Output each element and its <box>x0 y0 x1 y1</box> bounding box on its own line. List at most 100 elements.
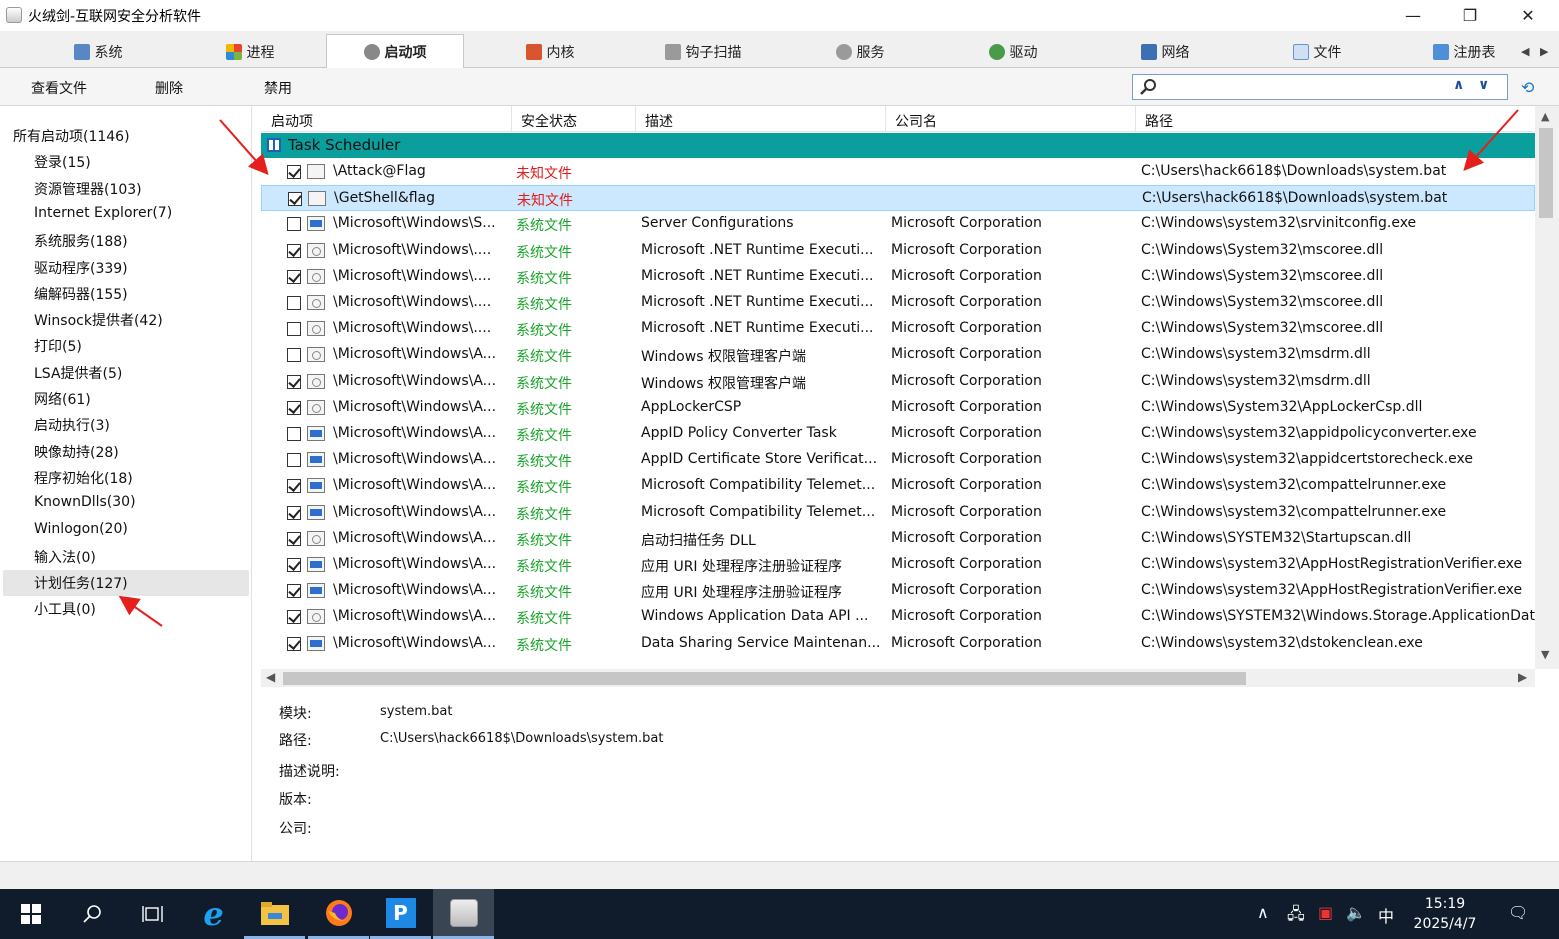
sidebar-item[interactable]: 编解码器(155) <box>34 284 128 308</box>
disable-button[interactable]: 禁用 <box>264 78 292 98</box>
task-view-button[interactable] <box>122 889 183 939</box>
row-checkbox[interactable] <box>287 610 301 625</box>
table-row[interactable]: \Microsoft\Windows\A... 系统文件 Windows 权限管理客… <box>261 369 1535 395</box>
tab-network[interactable]: 网络 <box>1115 35 1215 68</box>
ime-indicator[interactable]: 中 <box>1378 903 1394 927</box>
column-header-security-status[interactable]: 安全状态 <box>521 111 577 131</box>
column-header-description[interactable]: 描述 <box>645 111 673 131</box>
table-row[interactable]: \Microsoft\Windows\A... 系统文件 Windows 权限管理客… <box>261 342 1535 368</box>
tab-service[interactable]: 服务 <box>810 35 910 68</box>
sidebar-item[interactable]: 映像劫持(28) <box>34 442 119 466</box>
search-box[interactable]: ∧ ∨ <box>1132 74 1508 100</box>
scroll-down-icon[interactable]: ▼ <box>1541 648 1549 661</box>
vertical-scroll-thumb[interactable] <box>1539 128 1553 218</box>
table-row[interactable]: \Microsoft\Windows\A... 系统文件 AppLockerCSP M… <box>261 395 1535 421</box>
sidebar-item[interactable]: 输入法(0) <box>34 547 96 571</box>
sidebar-item[interactable]: 资源管理器(103) <box>34 179 142 203</box>
sidebar-item[interactable]: 网络(61) <box>34 389 91 413</box>
table-row[interactable]: \Microsoft\Windows\A... 系统文件 Microsoft Com… <box>261 500 1535 526</box>
tab-hook-scan[interactable]: 钩子扫描 <box>648 35 758 68</box>
table-row[interactable]: \Microsoft\Windows\A... 系统文件 AppID Policy … <box>261 421 1535 447</box>
sidebar-item[interactable]: 计划任务(127) <box>34 573 128 597</box>
group-expand-icon[interactable] <box>267 138 281 152</box>
column-header-startup-item[interactable]: 启动项 <box>271 111 313 131</box>
sidebar-item[interactable]: Internet Explorer(7) <box>34 205 172 229</box>
table-row[interactable]: \Microsoft\Windows\A... 系统文件 Microsoft Com… <box>261 473 1535 499</box>
row-checkbox[interactable] <box>287 479 301 494</box>
sidebar-item[interactable]: 所有启动项(1146) <box>13 126 130 150</box>
start-button[interactable] <box>0 889 61 939</box>
security-tray-icon[interactable]: ▣ <box>1318 903 1333 922</box>
row-checkbox[interactable] <box>287 531 301 546</box>
sidebar-item[interactable]: Winsock提供者(42) <box>34 310 163 334</box>
taskbar-file-explorer[interactable] <box>244 889 305 939</box>
sidebar-item[interactable]: 系统服务(188) <box>34 231 128 255</box>
taskbar-firefox[interactable] <box>308 889 369 939</box>
close-button[interactable]: ✕ <box>1499 0 1557 31</box>
row-checkbox[interactable] <box>287 427 301 441</box>
table-row[interactable]: \GetShell&flag 未知文件 C:\Users\hack6618$\Dow… <box>261 185 1535 212</box>
scroll-up-icon[interactable]: ▲ <box>1541 110 1549 123</box>
search-input[interactable] <box>1163 77 1453 97</box>
notification-center-icon[interactable]: 🗨 <box>1508 903 1528 922</box>
sidebar-item[interactable]: 驱动程序(339) <box>34 258 128 282</box>
show-hidden-icons-icon[interactable]: ∧ <box>1257 903 1269 922</box>
taskbar-huorong-sword[interactable] <box>433 889 494 939</box>
table-row[interactable]: \Microsoft\Windows\S... 系统文件 Server Config… <box>261 211 1535 237</box>
row-checkbox[interactable] <box>287 348 301 363</box>
tab-system[interactable]: 系统 <box>48 35 148 68</box>
search-next-icon[interactable]: ∨ <box>1478 77 1489 93</box>
row-checkbox[interactable] <box>287 505 301 520</box>
sidebar-item[interactable]: 小工具(0) <box>34 599 96 623</box>
table-row[interactable]: \Microsoft\Windows\.... 系统文件 Microsoft .NE… <box>261 316 1535 342</box>
taskbar-p-app[interactable]: P <box>370 889 431 939</box>
sidebar-item[interactable]: 打印(5) <box>34 336 82 360</box>
tab-startup[interactable]: 启动项 <box>326 34 464 69</box>
tab-file[interactable]: 文件 <box>1267 35 1367 68</box>
tab-kernel[interactable]: 内核 <box>500 35 600 68</box>
search-prev-icon[interactable]: ∧ <box>1453 77 1464 93</box>
table-row[interactable]: \Microsoft\Windows\A... 系统文件 Windows Appli… <box>261 604 1535 630</box>
row-checkbox[interactable] <box>287 296 301 310</box>
table-row[interactable]: \Microsoft\Windows\A... 系统文件 应用 URI 处理程序注册… <box>261 578 1535 604</box>
minimize-button[interactable]: — <box>1384 0 1442 31</box>
row-checkbox[interactable] <box>287 165 301 179</box>
sidebar-item[interactable]: 启动执行(3) <box>34 415 110 439</box>
row-checkbox[interactable] <box>287 453 301 468</box>
column-header-path[interactable]: 路径 <box>1145 111 1173 131</box>
table-row[interactable]: \Microsoft\Windows\.... 系统文件 Microsoft .NE… <box>261 290 1535 316</box>
row-checkbox[interactable] <box>287 322 301 337</box>
scroll-left-icon[interactable]: ◀ <box>266 670 275 684</box>
sidebar-item[interactable]: Winlogon(20) <box>34 521 128 545</box>
sidebar-item[interactable]: LSA提供者(5) <box>34 363 122 387</box>
row-checkbox[interactable] <box>287 217 301 232</box>
table-row[interactable]: \Attack@Flag 未知文件 C:\Users\hack6618$\Downl… <box>261 159 1535 185</box>
row-checkbox[interactable] <box>287 584 301 599</box>
volume-muted-icon[interactable]: 🔈 <box>1346 903 1366 922</box>
network-status-icon[interactable]: 🖧 <box>1287 903 1305 930</box>
refresh-icon[interactable]: ⟲ <box>1521 78 1534 97</box>
group-row-task-scheduler[interactable]: Task Scheduler <box>261 133 1535 158</box>
sidebar-item[interactable]: 登录(15) <box>34 152 91 176</box>
row-checkbox[interactable] <box>287 243 301 258</box>
row-checkbox[interactable] <box>287 558 301 572</box>
row-checkbox[interactable] <box>287 400 301 415</box>
table-row[interactable]: \Microsoft\Windows\.... 系统文件 Microsoft .NE… <box>261 264 1535 290</box>
table-row[interactable]: \Microsoft\Windows\A... 系统文件 AppID Certifi… <box>261 447 1535 473</box>
table-row[interactable]: \Microsoft\Windows\A... 系统文件 Data Sharing … <box>261 631 1535 657</box>
clock[interactable]: 15:19 2025/4/7 <box>1405 894 1485 934</box>
maximize-button[interactable]: ❐ <box>1441 0 1499 31</box>
row-checkbox[interactable] <box>288 192 302 207</box>
horizontal-scroll-thumb[interactable] <box>283 672 1246 685</box>
search-taskbar-button[interactable] <box>61 889 122 939</box>
tab-driver[interactable]: 驱动 <box>963 35 1063 68</box>
scroll-right-icon[interactable]: ▶ <box>1518 670 1527 684</box>
row-checkbox[interactable] <box>287 636 301 651</box>
vertical-scrollbar[interactable]: ▲ ▼ <box>1535 106 1559 669</box>
sidebar-item[interactable]: 程序初始化(18) <box>34 468 133 492</box>
sidebar-item[interactable]: KnownDlls(30) <box>34 494 136 518</box>
row-checkbox[interactable] <box>287 374 301 389</box>
tab-scroll-left-icon[interactable]: ◀ <box>1521 45 1529 58</box>
delete-button[interactable]: 删除 <box>155 78 183 98</box>
table-row[interactable]: \Microsoft\Windows\.... 系统文件 Microsoft .NE… <box>261 238 1535 264</box>
